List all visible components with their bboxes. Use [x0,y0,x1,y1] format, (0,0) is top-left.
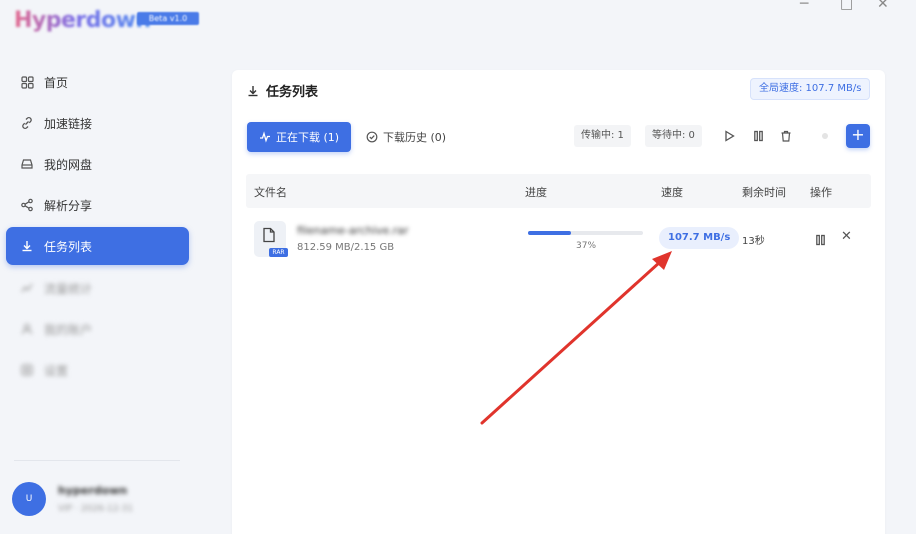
transfer-count-chip: 传输中: 1 [574,125,631,147]
window-bottom-edge [0,534,916,553]
page-title-text: 任务列表 [266,85,319,100]
share-icon [20,198,34,212]
link-icon [20,116,34,130]
row-speed-badge: 107.7 MB/s [659,227,740,249]
page-title: 任务列表 [246,81,318,100]
progress-bar [528,231,643,235]
sidebar-item-my-account[interactable]: 我的账户 [6,310,189,348]
tab-downloading[interactable]: 正在下载 (1) [247,122,351,152]
title-bar: Hyperdown Beta v1.0 ─ □ ✕ [0,0,916,44]
file-size: 812.59 MB/2.15 GB [297,242,395,253]
download-icon [246,84,260,98]
table-row[interactable]: RAR filename-archive.rar 812.59 MB/2.15 … [246,214,871,264]
sidebar-item-settings[interactable]: 设置 [6,351,189,389]
pause-icon [816,234,825,246]
user-subtitle: VIP · 2026-12-31 [58,504,134,514]
maximize-button[interactable]: □ [840,0,853,12]
disabled-tool-button[interactable] [817,128,833,144]
sidebar-item-parse-share[interactable]: 解析分享 [6,186,189,224]
sidebar-item-label: 加速链接 [44,116,93,131]
add-task-button[interactable]: + [846,124,870,148]
sidebar-item-my-drive[interactable]: 我的网盘 [6,145,189,183]
drive-icon [20,157,34,171]
tab-history-label: 下载历史 (0) [383,131,447,144]
progress-bar-fill [528,231,571,235]
sidebar-item-accelerate-link[interactable]: 加速链接 [6,104,189,142]
download-icon [20,239,34,253]
user-icon [20,322,34,336]
column-header-name[interactable]: 文件名 [254,184,287,200]
pause-all-button[interactable] [750,128,766,144]
sidebar-item-task-list[interactable]: 任务列表 [6,227,189,265]
sidebar-item-label: 设置 [44,363,69,378]
minimize-button[interactable]: ─ [800,0,808,12]
column-header-progress[interactable]: 进度 [525,184,547,200]
sidebar: 首页 加速链接 我的网盘 解析分享 任务列表 流量统计 我的账户 设置 U hy… [0,44,200,534]
sidebar-divider [14,460,180,461]
sidebar-item-label: 解析分享 [44,198,93,213]
pause-icon [753,130,763,142]
waiting-count-chip: 等待中: 0 [645,125,702,147]
progress-percent: 37% [576,241,597,251]
tab-history[interactable]: 下载历史 (0) [366,122,446,152]
app-window: Hyperdown Beta v1.0 ─ □ ✕ 首页 加速链接 我的网盘 解… [0,0,916,553]
delete-all-button[interactable] [778,128,794,144]
table-header: 文件名 进度 速度 剩余时间 操作 [246,174,871,208]
sidebar-item-label: 流量统计 [44,281,93,296]
app-logo: Hyperdown [14,8,151,33]
close-button[interactable]: ✕ [877,0,889,12]
grid-icon [20,75,34,89]
avatar[interactable]: U [12,482,46,516]
settings-icon [20,363,34,377]
file-name: filename-archive.rar [297,224,409,237]
user-name: hyperdown [58,484,128,497]
row-cancel-button[interactable]: ✕ [841,229,852,244]
column-header-speed[interactable]: 速度 [661,184,683,200]
check-circle-icon [366,131,378,143]
chart-icon [20,281,34,295]
start-all-button[interactable] [721,128,737,144]
version-badge: Beta v1.0 [137,12,199,25]
file-type-tag: RAR [269,248,288,257]
play-icon [724,130,735,142]
column-header-remaining[interactable]: 剩余时间 [742,184,786,200]
sidebar-item-label: 我的网盘 [44,157,93,172]
remaining-time: 13秒 [742,236,765,247]
column-header-actions: 操作 [810,186,832,199]
sidebar-item-home[interactable]: 首页 [6,63,189,101]
sidebar-item-label: 我的账户 [44,322,93,337]
task-list-panel: 任务列表 全局速度: 107.7 MB/s 正在下载 (1) 下载历史 (0) … [232,70,885,540]
row-pause-button[interactable] [815,231,827,246]
dot-icon [822,133,828,139]
activity-icon [259,131,271,143]
tab-downloading-label: 正在下载 (1) [275,131,340,144]
global-speed-badge: 全局速度: 107.7 MB/s [750,78,871,100]
file-icon: RAR [254,221,288,257]
trash-icon [781,130,791,142]
sidebar-item-traffic-stats[interactable]: 流量统计 [6,269,189,307]
sidebar-item-label: 首页 [44,75,69,90]
close-icon: ✕ [841,229,852,244]
sidebar-item-label: 任务列表 [44,239,93,254]
